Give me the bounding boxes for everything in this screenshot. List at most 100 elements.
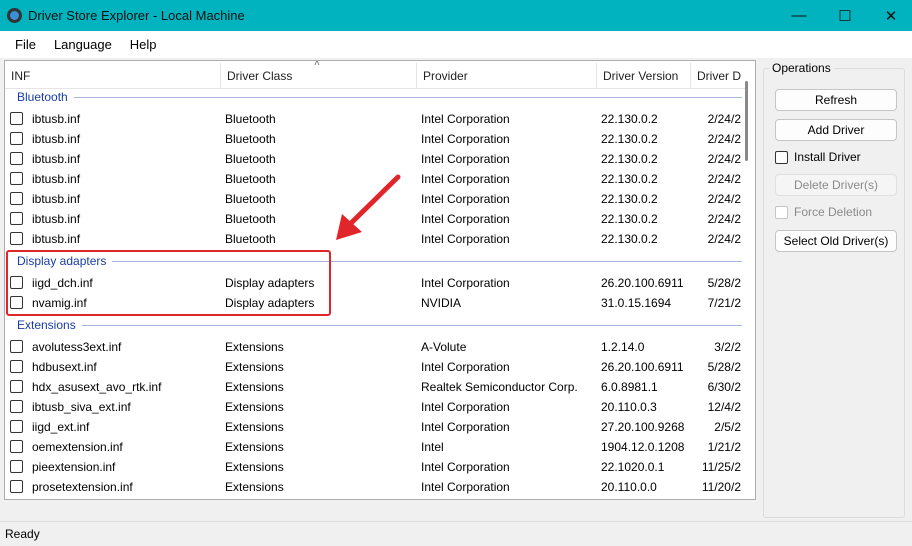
table-row[interactable]: hdx_asusext_avo_rtk.inf Extensions Realtek… — [5, 377, 741, 397]
version-cell: 22.1020.0.1 — [601, 460, 665, 474]
table-row[interactable]: oemextension.inf Extensions Intel 1904.12.0… — [5, 437, 741, 457]
class-cell: Extensions — [225, 440, 284, 454]
provider-cell: Intel Corporation — [421, 212, 510, 226]
version-cell: 22.130.0.2 — [601, 232, 658, 246]
table-row[interactable]: ibtusb.inf Bluetooth Intel Corporation 22.1… — [5, 109, 741, 129]
provider-cell: Intel Corporation — [421, 172, 510, 186]
row-checkbox[interactable] — [10, 440, 23, 453]
column-driver-class[interactable]: Driver Class — [227, 69, 292, 83]
inf-cell: iigd_ext.inf — [32, 420, 90, 434]
sort-arrow-icon: ˄ — [314, 60, 320, 69]
row-checkbox[interactable] — [10, 112, 23, 125]
add-driver-button[interactable]: Add Driver — [775, 119, 897, 141]
version-cell: 22.130.0.2 — [601, 152, 658, 166]
inf-cell: ibtusb.inf — [32, 112, 81, 126]
version-cell: 22.130.0.2 — [601, 172, 658, 186]
row-checkbox[interactable] — [10, 400, 23, 413]
select-old-drivers-button[interactable]: Select Old Driver(s) — [775, 230, 897, 252]
row-checkbox[interactable] — [10, 132, 23, 145]
menu-language[interactable]: Language — [45, 37, 121, 52]
menu-file[interactable]: File — [6, 37, 45, 52]
date-cell: 2/24/2 — [707, 132, 741, 146]
inf-cell: ibtusb.inf — [32, 152, 81, 166]
column-inf[interactable]: INF — [11, 69, 30, 83]
row-checkbox[interactable] — [10, 212, 23, 225]
date-cell: 12/4/2 — [707, 400, 741, 414]
column-driver-version[interactable]: Driver Version — [603, 69, 678, 83]
table-row[interactable]: prosetextension.inf Extensions Intel Corpo… — [5, 477, 741, 497]
provider-cell: Intel — [421, 440, 444, 454]
scrollbar-thumb[interactable] — [745, 81, 748, 161]
install-driver-label: Install Driver — [794, 150, 861, 164]
inf-cell: hdbusext.inf — [32, 360, 97, 374]
date-cell: 2/24/2 — [707, 232, 741, 246]
provider-cell: Intel Corporation — [421, 400, 510, 414]
maximize-button[interactable]: ☐ — [822, 0, 868, 31]
status-bar: Ready — [0, 521, 912, 546]
provider-cell: Intel Corporation — [421, 112, 510, 126]
version-cell: 1.2.14.0 — [601, 340, 645, 354]
group-header[interactable]: Bluetooth — [17, 90, 742, 104]
minimize-button[interactable]: — — [776, 0, 822, 31]
table-row[interactable]: hdbusext.inf Extensions Intel Corporation 2… — [5, 357, 741, 377]
version-cell: 22.130.0.2 — [601, 212, 658, 226]
version-cell: 26.20.100.6911 — [601, 276, 684, 290]
force-deletion-checkbox[interactable]: Force Deletion — [775, 205, 872, 219]
table-row[interactable]: iigd_ext.inf Extensions Intel Corporation 2… — [5, 417, 741, 437]
version-cell: 22.130.0.2 — [601, 192, 658, 206]
table-row[interactable]: pieextension.inf Extensions Intel Corporat… — [5, 457, 741, 477]
date-cell: 5/28/2 — [707, 276, 741, 290]
refresh-button[interactable]: Refresh — [775, 89, 897, 111]
table-row[interactable]: ibtusb_siva_ext.inf Extensions Intel Corpo… — [5, 397, 741, 417]
row-checkbox[interactable] — [10, 340, 23, 353]
date-cell: 2/24/2 — [707, 112, 741, 126]
row-checkbox[interactable] — [10, 172, 23, 185]
delete-driver-button[interactable]: Delete Driver(s) — [775, 174, 897, 196]
version-cell: 22.130.0.2 — [601, 132, 658, 146]
group-header[interactable]: Extensions — [17, 318, 742, 332]
provider-cell: Intel Corporation — [421, 480, 510, 494]
row-checkbox[interactable] — [10, 420, 23, 433]
menu-bar: File Language Help — [0, 31, 912, 58]
date-cell: 3/2/2 — [714, 340, 741, 354]
group-name: Extensions — [17, 318, 76, 332]
date-cell: 2/24/2 — [707, 172, 741, 186]
version-cell: 6.0.8981.1 — [601, 380, 658, 394]
highlight-box — [6, 250, 331, 316]
date-cell: 2/24/2 — [707, 152, 741, 166]
table-row[interactable]: ibtusb.inf Bluetooth Intel Corporation 22.1… — [5, 149, 741, 169]
row-checkbox[interactable] — [10, 380, 23, 393]
row-checkbox[interactable] — [10, 360, 23, 373]
version-cell: 27.20.100.9268 — [601, 420, 685, 434]
row-checkbox[interactable] — [10, 232, 23, 245]
class-cell: Bluetooth — [225, 112, 276, 126]
version-cell: 1904.12.0.1208 — [601, 440, 685, 454]
row-checkbox[interactable] — [10, 152, 23, 165]
provider-cell: Intel Corporation — [421, 420, 510, 434]
close-button[interactable]: ✕ — [868, 0, 912, 31]
class-cell: Extensions — [225, 340, 284, 354]
provider-cell: Intel Corporation — [421, 360, 510, 374]
column-provider[interactable]: Provider — [423, 69, 468, 83]
provider-cell: Intel Corporation — [421, 192, 510, 206]
app-gear-icon — [7, 8, 22, 23]
provider-cell: Intel Corporation — [421, 132, 510, 146]
install-driver-checkbox[interactable]: Install Driver — [775, 150, 861, 164]
date-cell: 2/24/2 — [707, 212, 741, 226]
inf-cell: ibtusb.inf — [32, 192, 81, 206]
group-name: Bluetooth — [17, 90, 68, 104]
table-row[interactable]: avolutess3ext.inf Extensions A-Volute 1.2.1… — [5, 337, 741, 357]
table-row[interactable]: ibtusb.inf Bluetooth Intel Corporation 22.1… — [5, 129, 741, 149]
column-driver-date[interactable]: Driver D — [697, 69, 741, 83]
row-checkbox[interactable] — [10, 480, 23, 493]
provider-cell: Realtek Semiconductor Corp. — [421, 380, 578, 394]
date-cell: 11/25/2 — [701, 460, 741, 474]
menu-help[interactable]: Help — [121, 37, 166, 52]
provider-cell: A-Volute — [421, 340, 467, 354]
provider-cell: Intel Corporation — [421, 460, 510, 474]
row-checkbox[interactable] — [10, 192, 23, 205]
date-cell: 7/21/2 — [707, 296, 741, 310]
provider-cell: Intel Corporation — [421, 276, 510, 290]
row-checkbox[interactable] — [10, 460, 23, 473]
class-cell: Extensions — [225, 380, 284, 394]
